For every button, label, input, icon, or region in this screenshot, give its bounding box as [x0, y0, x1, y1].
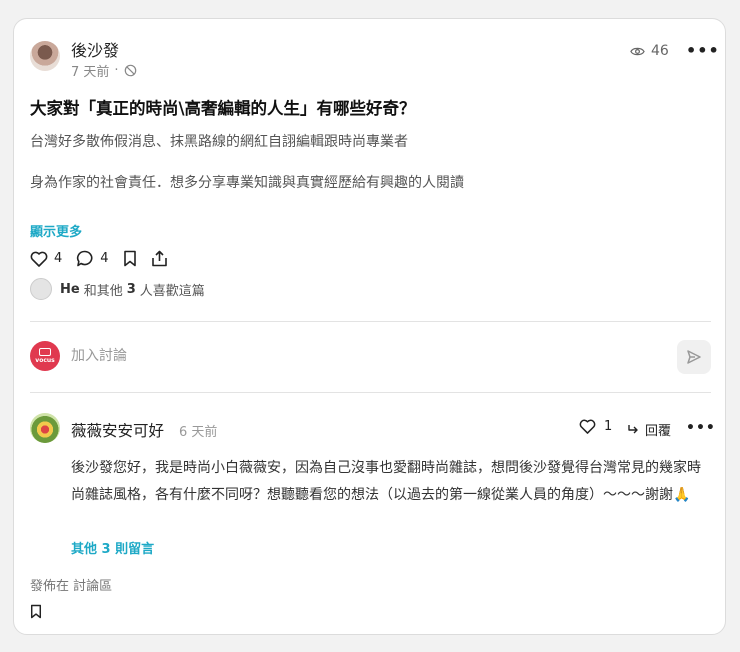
- comment-button[interactable]: 4: [76, 250, 109, 267]
- post-body-line-1: 台灣好多散佈假消息、抹黑路線的網紅自詡編輯跟時尚專業者: [30, 134, 408, 150]
- view-count: 46: [630, 43, 669, 59]
- reply-label: 回覆: [645, 424, 672, 439]
- post-meta: 7 天前 ·: [71, 61, 137, 80]
- show-more-link[interactable]: 顯示更多: [30, 221, 82, 240]
- post-time: 7 天前: [71, 65, 110, 80]
- other-replies-link[interactable]: 其他 3 則留言: [71, 538, 154, 557]
- heart-icon: [579, 419, 596, 434]
- author-name[interactable]: 後沙發: [71, 37, 119, 61]
- reply-button[interactable]: 回覆: [627, 420, 671, 439]
- share-button[interactable]: [151, 250, 168, 267]
- liker-avatar: [30, 278, 52, 300]
- vocus-logo-icon: [39, 348, 51, 356]
- liked-by-count: 3: [126, 281, 136, 297]
- post-title: 大家對「真正的時尚\高奢編輯的人生」有哪些好奇？: [30, 99, 416, 118]
- reply-arrow-icon: [627, 424, 639, 436]
- share-icon: [151, 250, 168, 267]
- comment-like-button[interactable]: 1: [579, 419, 612, 434]
- posted-in[interactable]: 發佈在 討論區: [30, 575, 112, 594]
- liked-by-suffix: 人喜歡這篇: [139, 283, 205, 299]
- more-options-icon[interactable]: •••: [686, 41, 720, 60]
- comment-like-count: 1: [604, 419, 613, 434]
- liked-by-mid: 和其他: [83, 283, 123, 299]
- heart-icon: [30, 251, 48, 267]
- like-button[interactable]: 4: [30, 251, 62, 267]
- send-button[interactable]: [677, 340, 711, 374]
- commenter-avatar[interactable]: [30, 413, 60, 443]
- bookmark-button[interactable]: [123, 250, 137, 267]
- bookmark-icon: [30, 604, 42, 619]
- vocus-avatar-text: vocus: [35, 357, 55, 364]
- eye-icon: [630, 46, 645, 57]
- liked-by[interactable]: He 和其他 3 人喜歡這篇: [30, 278, 205, 300]
- post-body-line-2: 身為作家的社會責任．想多分享專業知識與真實經歷給有興趣的人閱讀: [30, 175, 464, 191]
- comment-text: 後沙發您好，我是時尚小白薇薇安，因為自己沒事也愛翻時尚雜誌，想問後沙發覺得台灣常…: [71, 460, 701, 503]
- bookmark-button[interactable]: [30, 604, 42, 619]
- vocus-avatar: vocus: [30, 341, 60, 371]
- meta-separator: ·: [114, 63, 119, 78]
- comment-more-options-icon[interactable]: •••: [686, 420, 716, 436]
- post-card: 後沙發 7 天前 · 46 ••• 大家對「真正的時尚\高奢編輯的人生」有哪些好…: [13, 18, 726, 635]
- send-icon: [686, 349, 702, 365]
- comment-time: 6 天前: [179, 425, 218, 440]
- bookmark-icon: [123, 250, 137, 267]
- post-actions: 4 4: [30, 250, 182, 267]
- divider: [30, 321, 711, 322]
- author-avatar[interactable]: [30, 41, 60, 71]
- view-count-value: 46: [651, 43, 669, 59]
- comment-input[interactable]: 加入討論: [71, 345, 127, 365]
- commenter-name[interactable]: 薇薇安安可好: [71, 419, 164, 441]
- comment-count: 4: [100, 251, 109, 266]
- globe-icon: [124, 64, 137, 77]
- divider: [30, 392, 711, 393]
- like-count: 4: [54, 251, 63, 266]
- liker-name: He: [60, 281, 80, 297]
- comment-icon: [76, 250, 94, 267]
